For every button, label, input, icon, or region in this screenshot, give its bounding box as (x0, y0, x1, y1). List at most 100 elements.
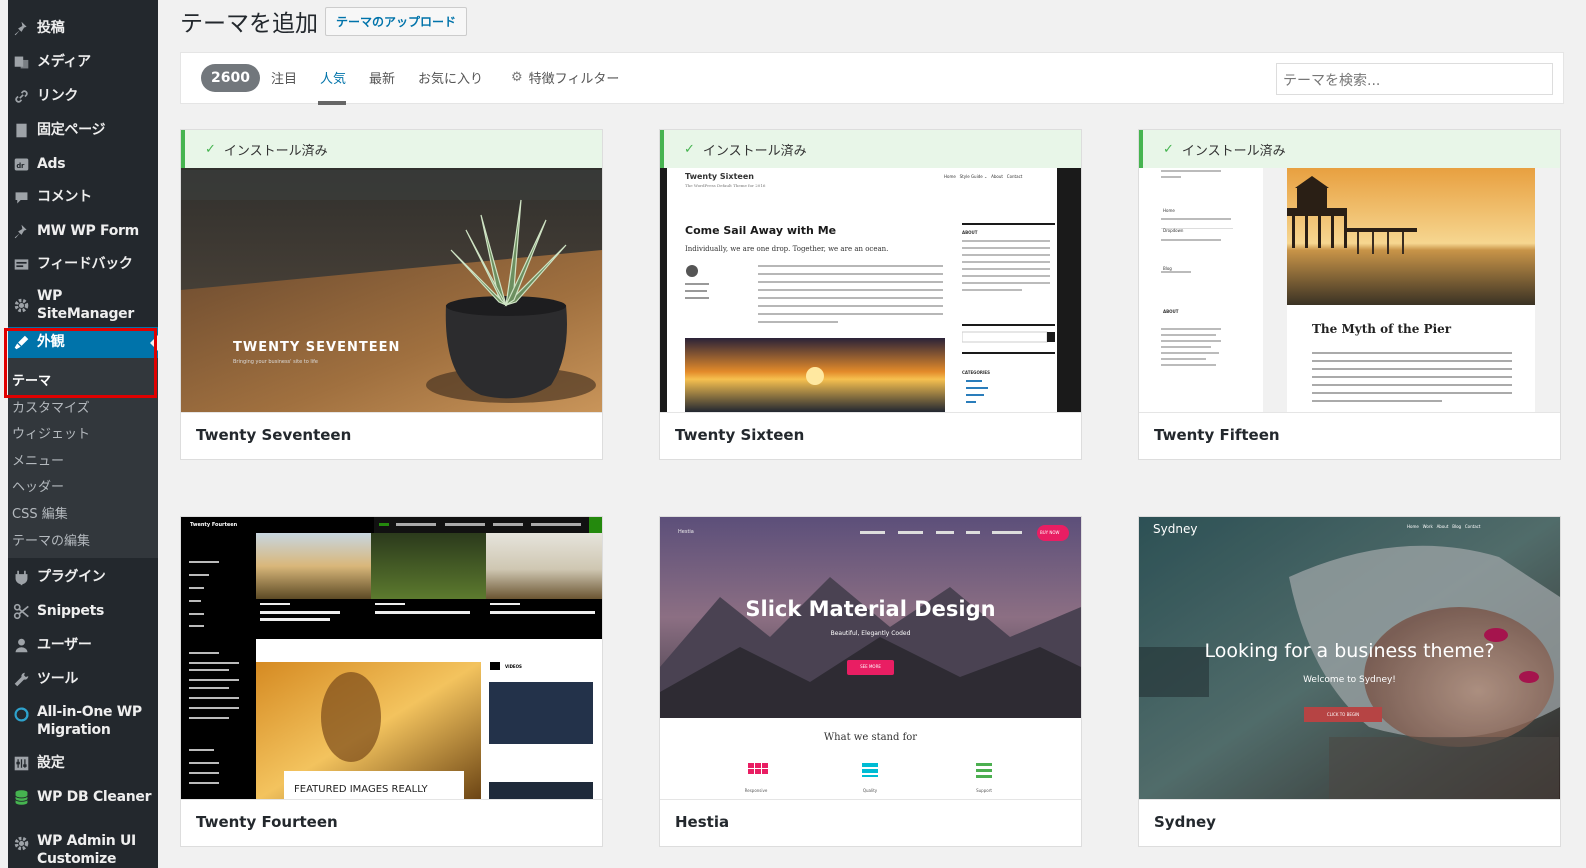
preview-post-title: Come Sail Away with Me (685, 224, 837, 237)
theme-name: Twenty Sixteen (660, 412, 1081, 459)
menu-item-posts[interactable]: 投稿 (8, 17, 158, 39)
preview-sidebar-graphics (1161, 170, 1233, 366)
theme-screenshot[interactable]: TWENTY SEVENTEEN Bringing your business'… (181, 130, 602, 413)
pin-icon (10, 220, 32, 242)
settings-icon (10, 752, 32, 774)
twenty-seventeen-preview-image (181, 130, 602, 413)
menu-item-tools[interactable]: ツール (8, 668, 158, 690)
menu-item-wp-db-cleaner[interactable]: WP DB Cleaner (8, 786, 158, 808)
menu-item-snippets[interactable]: Snippets (8, 600, 158, 622)
submenu-item-menus[interactable]: メニュー (12, 450, 64, 469)
theme-screenshot[interactable]: Twenty Sixteen The WordPress Default The… (660, 168, 1081, 413)
page-icon (10, 119, 32, 141)
menu-item-pages[interactable]: 固定ページ (8, 119, 158, 141)
preview-section-title: What we stand for (823, 732, 918, 743)
preview-featured-title: FEATURED IMAGES REALLY (294, 784, 428, 795)
menu-item-all-in-one-migration[interactable]: All-in-One WP Migration (8, 703, 158, 739)
preview-hero-title: Slick Material Design (745, 597, 996, 621)
theme-search-input[interactable]: テーマを検索... (1276, 63, 1553, 95)
theme-name: Hestia (660, 799, 1081, 846)
theme-filter-bar: 2600 注目 人気 最新 お気に入り ⚙ 特徴フィルター テーマを検索... (180, 52, 1564, 105)
menu-item-mw-wp-form[interactable]: MW WP Form (8, 220, 158, 242)
submenu-item-theme-editor[interactable]: テーマの編集 (12, 530, 90, 549)
preview-videos-label: VIDEOS (505, 664, 522, 669)
preview-hero-button: SEE MORE (860, 664, 881, 669)
database-icon (10, 786, 32, 808)
submenu-item-header[interactable]: ヘッダー (12, 476, 64, 495)
submenu-item-widgets[interactable]: ウィジェット (12, 423, 90, 442)
checkmark-icon: ✓ (684, 141, 695, 157)
scissors-icon (10, 600, 32, 622)
theme-card-twenty-seventeen[interactable]: TWENTY SEVENTEEN Bringing your business'… (180, 129, 603, 460)
theme-card-hestia[interactable]: Hestia BUY NOW Slick Material Design Bea… (659, 516, 1082, 847)
preview-hero-subtitle: Beautiful, Elegantly Coded (830, 630, 911, 637)
preview-logo: Hestia (678, 529, 694, 535)
preview-cta-button: CLICK TO BEGIN (1326, 712, 1360, 717)
preview-tagline: Bringing your business' site to life (233, 359, 318, 365)
active-tab-indicator (318, 101, 346, 105)
preview-sidebar-graphics (962, 240, 1055, 403)
preview-site-title: Twenty Sixteen (685, 172, 754, 181)
link-icon (10, 85, 32, 107)
tab-latest[interactable]: 最新 (369, 68, 395, 87)
preview-sidebar-categories: CATEGORIES (962, 370, 991, 375)
tab-popular[interactable]: 人気 (320, 68, 346, 87)
tab-featured[interactable]: 注目 (271, 68, 297, 87)
gear-icon (10, 832, 32, 854)
preview-nav-blog: Blog (1163, 266, 1172, 271)
theme-card-twenty-sixteen[interactable]: Twenty Sixteen The WordPress Default The… (659, 129, 1082, 460)
preview-feature-support: Support (976, 788, 992, 793)
theme-screenshot[interactable]: Hestia BUY NOW Slick Material Design Bea… (660, 517, 1081, 800)
preview-nav: Home Style Guide ⌄ About Contact (944, 174, 1023, 179)
theme-count-badge: 2600 (201, 64, 260, 92)
preview-body-graphics (685, 265, 945, 413)
hestia-preview-image (660, 517, 1081, 778)
migration-icon (10, 703, 32, 725)
preview-title: TWENTY SEVENTEEN (233, 340, 401, 355)
theme-screenshot[interactable]: Twenty Fourteen VIDEOS FEATURED IMAGES R… (181, 517, 602, 800)
preview-headline: Looking for a business theme? (1204, 640, 1495, 662)
preview-welcome: Welcome to Sydney! (1303, 675, 1396, 685)
menu-item-links[interactable]: リンク (8, 85, 158, 107)
preview-nav-dropdown: Dropdown (1163, 228, 1184, 233)
theme-name: Twenty Fifteen (1139, 412, 1560, 459)
feature-filter-button[interactable]: ⚙ 特徴フィルター (511, 68, 619, 87)
menu-item-wp-admin-ui-customize[interactable]: WP Admin UI Customize (8, 832, 158, 868)
theme-screenshot[interactable]: Home Dropdown Blog ABOUT The Myth of the… (1139, 168, 1560, 413)
theme-name: Twenty Fourteen (181, 799, 602, 846)
menu-item-media[interactable]: メディア (8, 51, 158, 73)
wrench-icon (10, 668, 32, 690)
preview-post-body (1312, 352, 1512, 402)
menu-item-plugins[interactable]: プラグイン (8, 566, 158, 588)
user-icon (10, 634, 32, 656)
installed-banner: ✓ インストール済み (660, 130, 1081, 168)
checkmark-icon: ✓ (1163, 141, 1174, 157)
menu-item-ads[interactable]: dr Ads (8, 153, 158, 175)
highlight-box (4, 328, 157, 398)
preview-buy-button: BUY NOW (1040, 530, 1060, 535)
svg-text:dr: dr (16, 161, 25, 169)
theme-card-sydney[interactable]: Sydney Home Work About Blog Contact Look… (1138, 516, 1561, 847)
theme-screenshot[interactable]: Sydney Home Work About Blog Contact Look… (1139, 517, 1560, 800)
menu-item-wp-sitemanager[interactable]: WP SiteManager (8, 287, 158, 323)
preview-logo: Sydney (1153, 522, 1198, 536)
admin-sidebar: 投稿 メディア リンク 固定ページ dr Ads コメント MW WP Form … (0, 0, 158, 868)
menu-item-users[interactable]: ユーザー (8, 634, 158, 656)
preview-nav-home: Home (1163, 208, 1175, 213)
theme-card-twenty-fourteen[interactable]: Twenty Fourteen VIDEOS FEATURED IMAGES R… (180, 516, 603, 847)
preview-post-title: The Myth of the Pier (1312, 322, 1452, 336)
theme-card-twenty-fifteen[interactable]: Home Dropdown Blog ABOUT The Myth of the… (1138, 129, 1561, 460)
theme-name: Twenty Seventeen (181, 412, 602, 459)
checkmark-icon: ✓ (205, 141, 216, 157)
tab-favorites[interactable]: お気に入り (418, 68, 483, 87)
submenu-item-customize[interactable]: カスタマイズ (12, 397, 90, 416)
upload-theme-button[interactable]: テーマのアップロード (325, 7, 468, 36)
menu-item-feedback[interactable]: フィードバック (8, 253, 158, 275)
gear-icon (10, 294, 32, 316)
ads-icon: dr (10, 153, 32, 175)
menu-item-comments[interactable]: コメント (8, 186, 158, 208)
submenu-item-css-editor[interactable]: CSS 編集 (12, 503, 68, 522)
preview-nav: Home Work About Blog Contact (1407, 524, 1481, 529)
menu-item-settings[interactable]: 設定 (8, 752, 158, 774)
preview-sidebar-about: ABOUT (962, 230, 978, 235)
